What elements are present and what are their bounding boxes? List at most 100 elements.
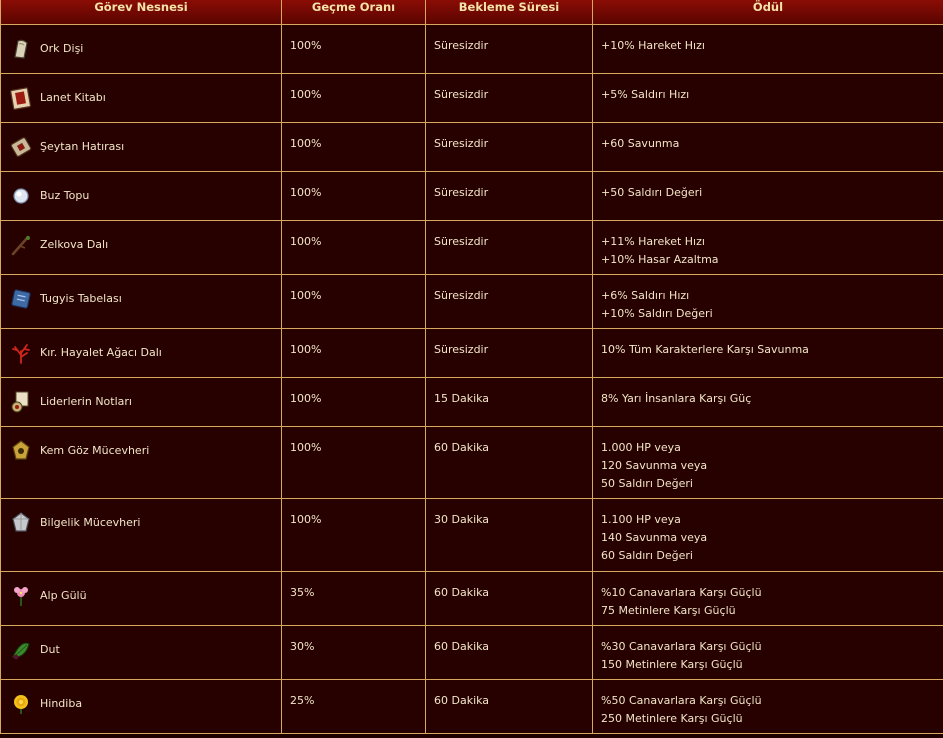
reward-cell: +60 Savunma — [592, 122, 943, 172]
table-row: Zelkova Dalı 100% Süresizdir +11% Hareket H… — [0, 220, 943, 275]
cooldown-time: Süresizdir — [425, 171, 593, 221]
item-cell: Kem Göz Mücevheri — [0, 426, 282, 499]
cooldown-time: 30 Dakika — [425, 498, 593, 572]
item-name: Kem Göz Mücevheri — [40, 444, 150, 457]
cooldown-time: Süresizdir — [425, 220, 593, 275]
reward-line: +10% Saldırı Değeri — [601, 307, 713, 320]
item-name: Bilgelik Mücevheri — [40, 516, 141, 529]
table-row: Bilgelik Mücevheri 100% 30 Dakika 1.100 HP … — [0, 498, 943, 572]
item-cell: Alp Gülü — [0, 571, 282, 626]
table-row: Şeytan Hatırası 100% Süresizdir +60 Savunma — [0, 122, 943, 172]
reward-line: 75 Metinlere Karşı Güçlü — [601, 604, 736, 617]
table-row: Kem Göz Mücevheri 100% 60 Dakika 1.000 HP v… — [0, 426, 943, 499]
cooldown-time: Süresizdir — [425, 24, 593, 74]
wisdom-gem-icon — [9, 511, 33, 535]
item-name: Lanet Kitabı — [40, 91, 106, 104]
success-rate: 100% — [281, 426, 426, 499]
reward-cell: +50 Saldırı Değeri — [592, 171, 943, 221]
success-rate: 25% — [281, 679, 426, 734]
item-cell: Ork Dişi — [0, 24, 282, 74]
evil-eye-gem-icon — [9, 439, 33, 463]
table-row: Ork Dişi 100% Süresizdir +10% Hareket Hızı — [0, 24, 943, 74]
reward-line: 120 Savunma veya — [601, 459, 708, 472]
cooldown-time: Süresizdir — [425, 122, 593, 172]
cooldown-time: Süresizdir — [425, 328, 593, 378]
success-rate: 30% — [281, 625, 426, 680]
item-name: Ork Dişi — [40, 42, 84, 55]
table-row: Tugyis Tabelası 100% Süresizdir +6% Saldırı… — [0, 274, 943, 329]
reward-line: 10% Tüm Karakterlere Karşı Savunma — [601, 343, 809, 356]
tugyis-tablet-icon — [9, 287, 33, 311]
reward-line: +10% Hareket Hızı — [601, 39, 705, 52]
table-row: Kır. Hayalet Ağacı Dalı 100% Süresizdir 10%… — [0, 328, 943, 378]
reward-cell: +11% Hareket Hızı +10% Hasar Azaltma — [592, 220, 943, 275]
cooldown-time: 60 Dakika — [425, 571, 593, 626]
success-rate: 100% — [281, 171, 426, 221]
item-cell: Tugyis Tabelası — [0, 274, 282, 329]
reward-cell: 8% Yarı İnsanlara Karşı Güç — [592, 377, 943, 427]
item-cell: Şeytan Hatırası — [0, 122, 282, 172]
cooldown-time: Süresizdir — [425, 274, 593, 329]
success-rate: 100% — [281, 328, 426, 378]
cooldown-time: Süresizdir — [425, 73, 593, 123]
reward-line: +10% Hasar Azaltma — [601, 253, 719, 266]
table-row: Liderlerin Notları 100% 15 Dakika 8% Yarı İ… — [0, 377, 943, 427]
item-cell: Bilgelik Mücevheri — [0, 498, 282, 572]
devil-keepsake-icon — [9, 135, 33, 159]
reward-line: 60 Saldırı Değeri — [601, 549, 693, 562]
success-rate: 35% — [281, 571, 426, 626]
table-header-row: Görev Nesnesi Geçme Oranı Bekleme Süresi… — [0, 0, 943, 25]
item-cell: Kır. Hayalet Ağacı Dalı — [0, 328, 282, 378]
dandelion-icon — [9, 692, 33, 716]
alpine-rose-icon — [9, 584, 33, 608]
item-name: Kır. Hayalet Ağacı Dalı — [40, 346, 162, 359]
item-cell: Hindiba — [0, 679, 282, 734]
item-name: Zelkova Dalı — [40, 238, 109, 251]
table-row: Hindiba 25% 60 Dakika %50 Canavarlara Karşı… — [0, 679, 943, 734]
item-cell: Zelkova Dalı — [0, 220, 282, 275]
reward-line: 140 Savunma veya — [601, 531, 708, 544]
red-ghost-tree-branch-icon — [9, 341, 33, 365]
reward-cell: 1.100 HP veya 140 Savunma veya 60 Saldırı … — [592, 498, 943, 572]
leaders-notes-icon — [9, 390, 33, 414]
reward-cell: %10 Canavarlara Karşı Güçlü 75 Metinlere … — [592, 571, 943, 626]
item-cell: Liderlerin Notları — [0, 377, 282, 427]
success-rate: 100% — [281, 274, 426, 329]
reward-line: +60 Savunma — [601, 137, 680, 150]
reward-cell: +5% Saldırı Hızı — [592, 73, 943, 123]
reward-cell: 1.000 HP veya 120 Savunma veya 50 Saldırı … — [592, 426, 943, 499]
reward-line: 150 Metinlere Karşı Güçlü — [601, 658, 743, 671]
item-name: Tugyis Tabelası — [40, 292, 122, 305]
header-reward: Ödül — [592, 0, 943, 25]
table-row: Dut 30% 60 Dakika %30 Canavarlara Karşı Güç… — [0, 625, 943, 680]
item-cell: Dut — [0, 625, 282, 680]
table-row: Lanet Kitabı 100% Süresizdir +5% Saldırı Hı… — [0, 73, 943, 123]
reward-cell: %30 Canavarlara Karşı Güçlü 150 Metinlere… — [592, 625, 943, 680]
reward-line: %50 Canavarlara Karşı Güçlü — [601, 694, 762, 707]
reward-cell: 10% Tüm Karakterlere Karşı Savunma — [592, 328, 943, 378]
item-cell: Lanet Kitabı — [0, 73, 282, 123]
success-rate: 100% — [281, 498, 426, 572]
success-rate: 100% — [281, 24, 426, 74]
reward-cell: +6% Saldırı Hızı +10% Saldırı Değeri — [592, 274, 943, 329]
ice-ball-icon — [9, 184, 33, 208]
success-rate: 100% — [281, 220, 426, 275]
reward-line: 8% Yarı İnsanlara Karşı Güç — [601, 392, 752, 405]
reward-line: +11% Hareket Hızı — [601, 235, 705, 248]
table-row: Buz Topu 100% Süresizdir +50 Saldırı Değeri — [0, 171, 943, 221]
curse-book-icon — [9, 86, 33, 110]
table-row: Alp Gülü 35% 60 Dakika %10 Canavarlara Karş… — [0, 571, 943, 626]
quest-items-table: Görev Nesnesi Geçme Oranı Bekleme Süresi… — [0, 0, 943, 734]
reward-line: 1.100 HP veya — [601, 513, 681, 526]
reward-line: +50 Saldırı Değeri — [601, 186, 703, 199]
item-name: Liderlerin Notları — [40, 395, 132, 408]
success-rate: 100% — [281, 122, 426, 172]
reward-cell: +10% Hareket Hızı — [592, 24, 943, 74]
reward-line: +5% Saldırı Hızı — [601, 88, 690, 101]
ork-tooth-icon — [9, 37, 33, 61]
header-rate: Geçme Oranı — [281, 0, 426, 25]
cooldown-time: 15 Dakika — [425, 377, 593, 427]
reward-line: 50 Saldırı Değeri — [601, 477, 693, 490]
reward-cell: %50 Canavarlara Karşı Güçlü 250 Metinlere… — [592, 679, 943, 734]
reward-line: 250 Metinlere Karşı Güçlü — [601, 712, 743, 725]
